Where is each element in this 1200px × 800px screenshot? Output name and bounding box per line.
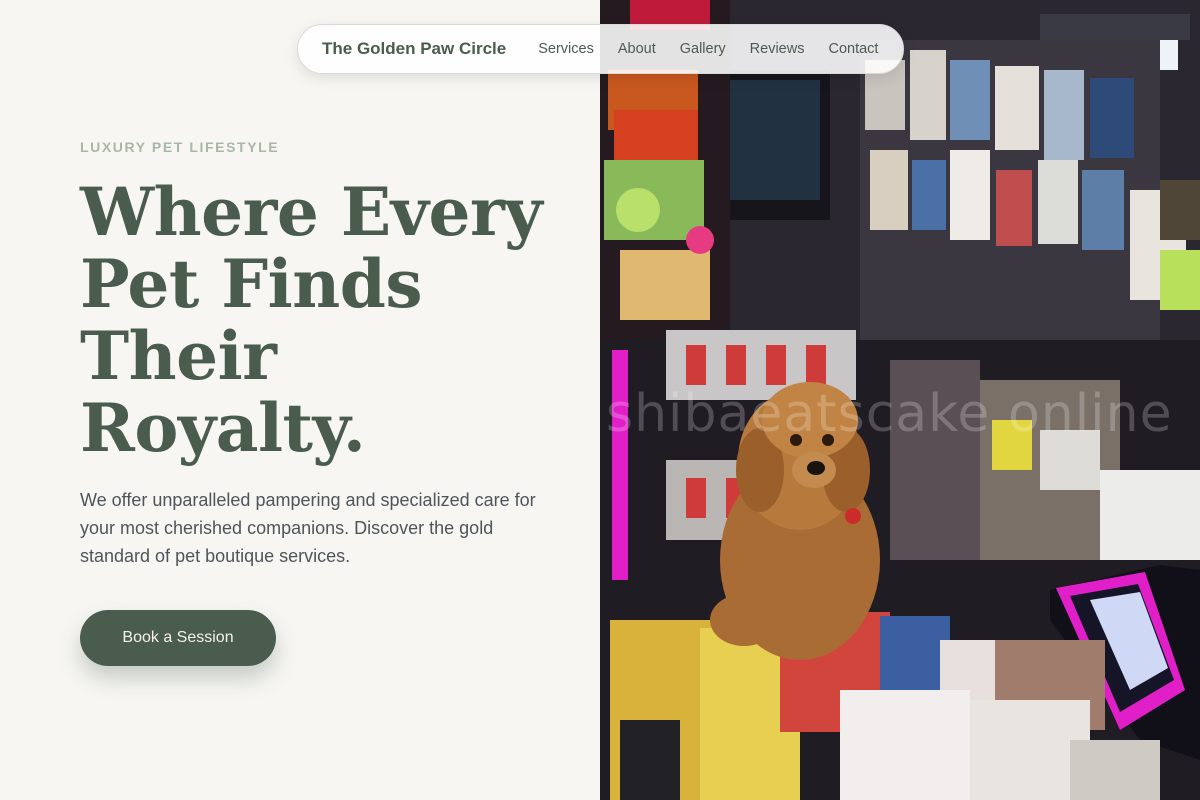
headline-line: Their: [80, 317, 277, 395]
top-navbar: The Golden Paw Circle Services About Gal…: [297, 24, 904, 74]
hero-description: We offer unparalleled pampering and spec…: [80, 490, 536, 566]
nav-link-gallery[interactable]: Gallery: [680, 41, 726, 57]
nav-link-contact[interactable]: Contact: [828, 41, 878, 57]
hero-section: LUXURY PET LIFESTYLE Where Every Pet Fin…: [0, 0, 600, 800]
nav-links: Services About Gallery Reviews Contact: [538, 41, 878, 57]
headline-line: Royalty.: [80, 389, 366, 467]
nav-link-reviews[interactable]: Reviews: [750, 41, 805, 57]
headline-line: Pet Finds: [80, 245, 423, 323]
hero-photo: shibaeatscake online: [600, 0, 1200, 800]
nav-link-about[interactable]: About: [618, 41, 656, 57]
headline-line: Where Every: [80, 173, 543, 251]
photo-watermark: shibaeatscake online: [606, 384, 1173, 444]
hero-headline: Where Every Pet Finds Their Royalty.: [80, 176, 580, 464]
brand-logo-text[interactable]: The Golden Paw Circle: [322, 39, 506, 59]
book-session-button[interactable]: Book a Session: [80, 610, 276, 666]
nav-link-services[interactable]: Services: [538, 41, 594, 57]
hero-eyebrow: LUXURY PET LIFESTYLE: [80, 139, 280, 155]
